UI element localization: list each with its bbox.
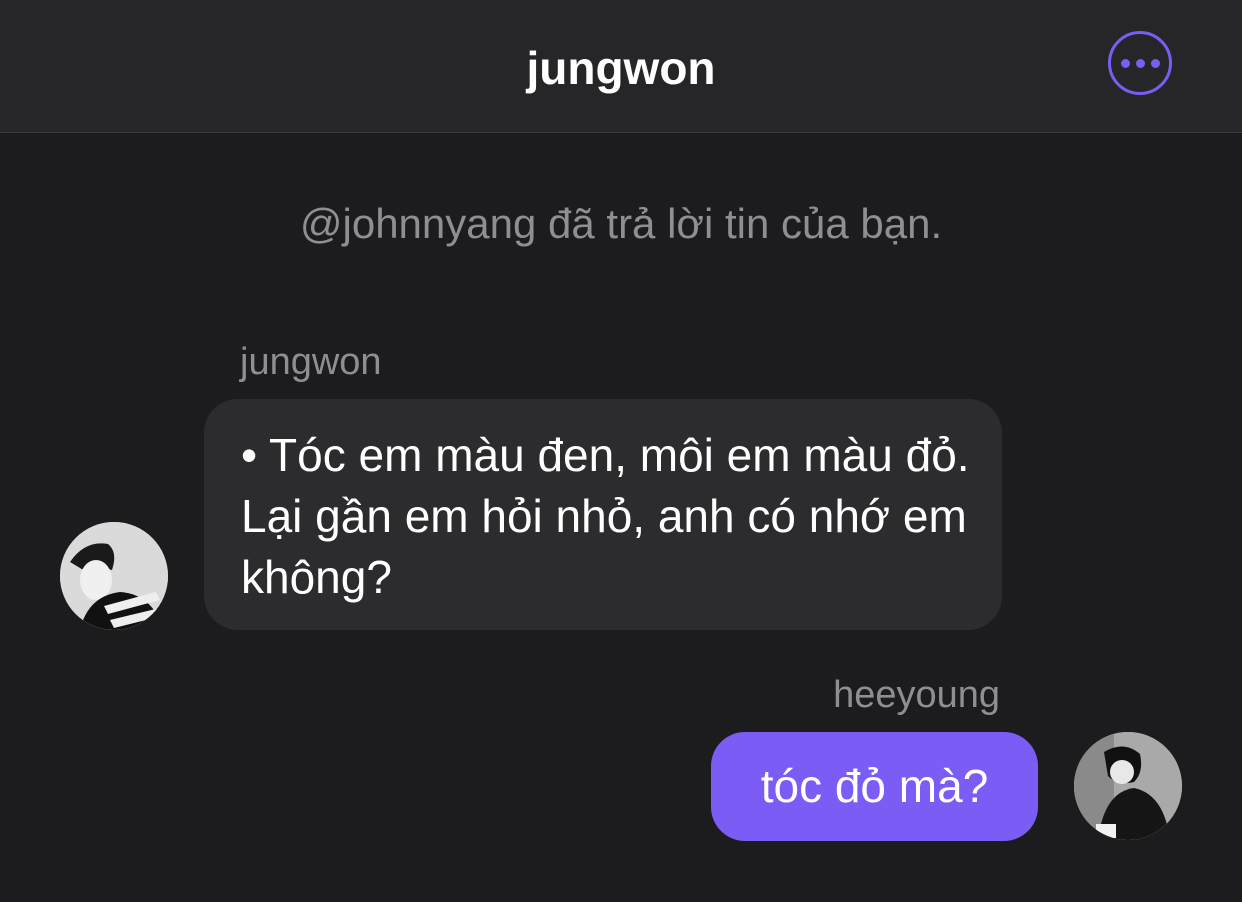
avatar[interactable] [60,522,168,630]
chat-title: jungwon [526,42,716,94]
sender-name-incoming: jungwon [240,341,382,383]
ellipsis-dot-icon [1150,58,1160,68]
message-bubble-incoming[interactable]: • Tóc em màu đen, môi em màu đỏ. Lại gần… [204,399,1002,630]
ellipsis-dot-icon [1135,58,1145,68]
chat-header: jungwon [0,0,1242,133]
reply-notification: @johnnyang đã trả lời tin của bạn. [299,200,943,247]
more-options-button[interactable] [1108,31,1172,95]
message-bubble-outgoing[interactable]: tóc đỏ mà? [711,732,1038,841]
avatar-photo-icon [60,522,168,630]
sender-name-outgoing: heeyoung [833,674,1000,716]
avatar-photo-icon [1074,732,1182,840]
chat-screen: jungwon @johnnyang đã trả lời tin của bạ… [0,0,1242,902]
ellipsis-dot-icon [1120,58,1130,68]
avatar[interactable] [1074,732,1182,840]
